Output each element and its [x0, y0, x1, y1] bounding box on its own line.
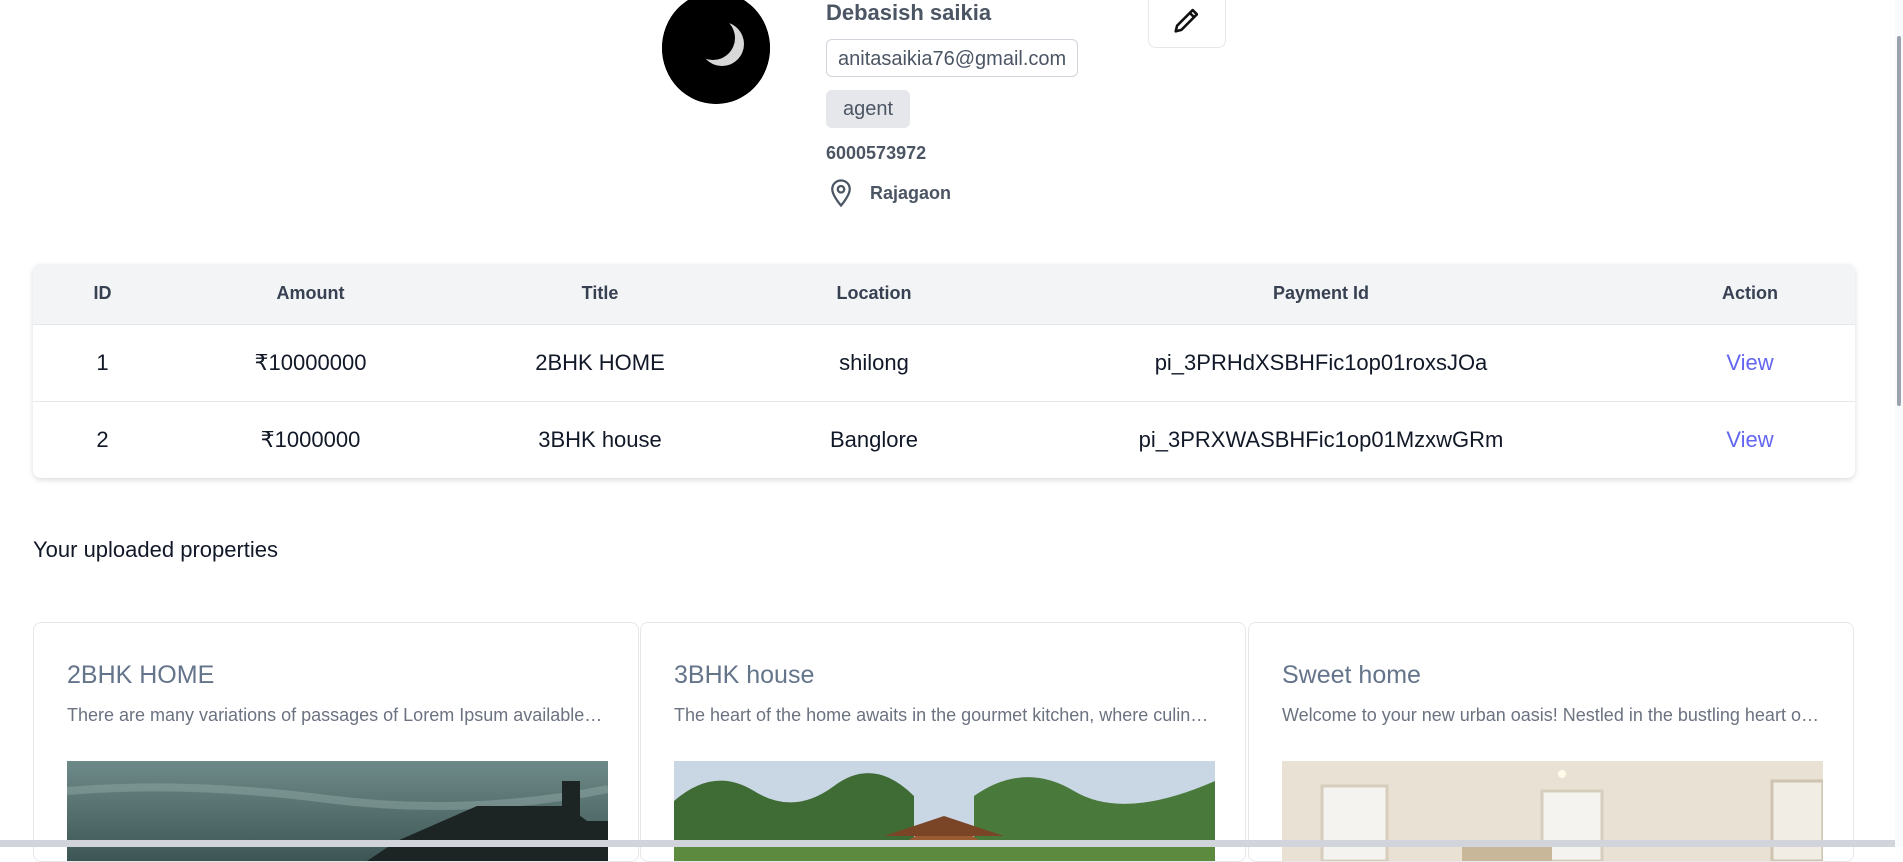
profile-location: Rajagaon: [826, 177, 951, 209]
cell-amount: ₹10000000: [254, 349, 367, 375]
avatar: [662, 0, 770, 104]
location-pin-icon: [831, 179, 851, 208]
profile-phone: 6000573972: [826, 143, 927, 163]
role-badge: agent: [826, 90, 911, 128]
pencil-icon: [1174, 8, 1199, 33]
property-title: 3BHK house: [674, 661, 815, 689]
profile-location-text: Rajagaon: [870, 182, 952, 203]
horizontal-scrollbar[interactable]: [0, 840, 1903, 847]
moon-icon: [662, 0, 770, 104]
cell-id: 2: [96, 426, 109, 452]
property-title: Sweet home: [1282, 661, 1421, 689]
property-description: Welcome to your new urban oasis! Nestled…: [1282, 705, 1822, 725]
col-action: Action: [1722, 283, 1778, 304]
cell-payment-id: pi_3PRXWASBHFic1op01MzxwGRm: [1138, 426, 1504, 452]
property-card[interactable]: 3BHK house The heart of the home awaits …: [640, 622, 1246, 862]
cell-amount: ₹1000000: [260, 426, 361, 452]
cell-location: shilong: [839, 349, 909, 375]
profile-email: anitasaikia76@gmail.com: [826, 39, 1079, 77]
view-link[interactable]: View: [1726, 350, 1773, 375]
property-title: 2BHK HOME: [67, 661, 215, 689]
cell-title: 3BHK house: [538, 426, 662, 452]
cell-id: 1: [96, 349, 109, 375]
scrollbar-thumb[interactable]: [1897, 36, 1901, 406]
edit-profile-button[interactable]: [1148, 0, 1226, 48]
property-description: The heart of the home awaits in the gour…: [674, 705, 1214, 725]
col-title: Title: [581, 283, 619, 304]
profile-section: Debasish saikia anitasaikia76@gmail.com …: [0, 0, 1903, 230]
col-payment-id: Payment Id: [1272, 283, 1370, 304]
payments-table: ID Amount Title Location Payment Id Acti…: [33, 264, 1855, 478]
cell-action: View: [1645, 401, 1855, 478]
property-description: There are many variations of passages of…: [67, 705, 607, 725]
property-card[interactable]: Sweet home Welcome to your new urban oas…: [1248, 622, 1854, 862]
table-row: 2 ₹1000000 3BHK house Banglore pi_3PRXWA…: [33, 401, 1855, 478]
table-header-row: ID Amount Title Location Payment Id Acti…: [33, 264, 1855, 324]
cell-title: 2BHK HOME: [535, 349, 665, 375]
col-id: ID: [93, 283, 112, 304]
cell-location: Banglore: [829, 426, 919, 452]
col-location: Location: [836, 283, 912, 304]
cell-action: View: [1645, 324, 1855, 401]
cell-payment-id: pi_3PRHdXSBHFic1op01roxsJOa: [1154, 349, 1488, 375]
view-link[interactable]: View: [1726, 427, 1773, 452]
table-row: 1 ₹10000000 2BHK HOME shilong pi_3PRHdXS…: [33, 324, 1855, 401]
property-card[interactable]: 2BHK HOME There are many variations of p…: [33, 622, 639, 862]
profile-name: Debasish saikia: [826, 0, 992, 25]
section-title: Your uploaded properties: [33, 537, 279, 562]
col-amount: Amount: [276, 283, 345, 304]
